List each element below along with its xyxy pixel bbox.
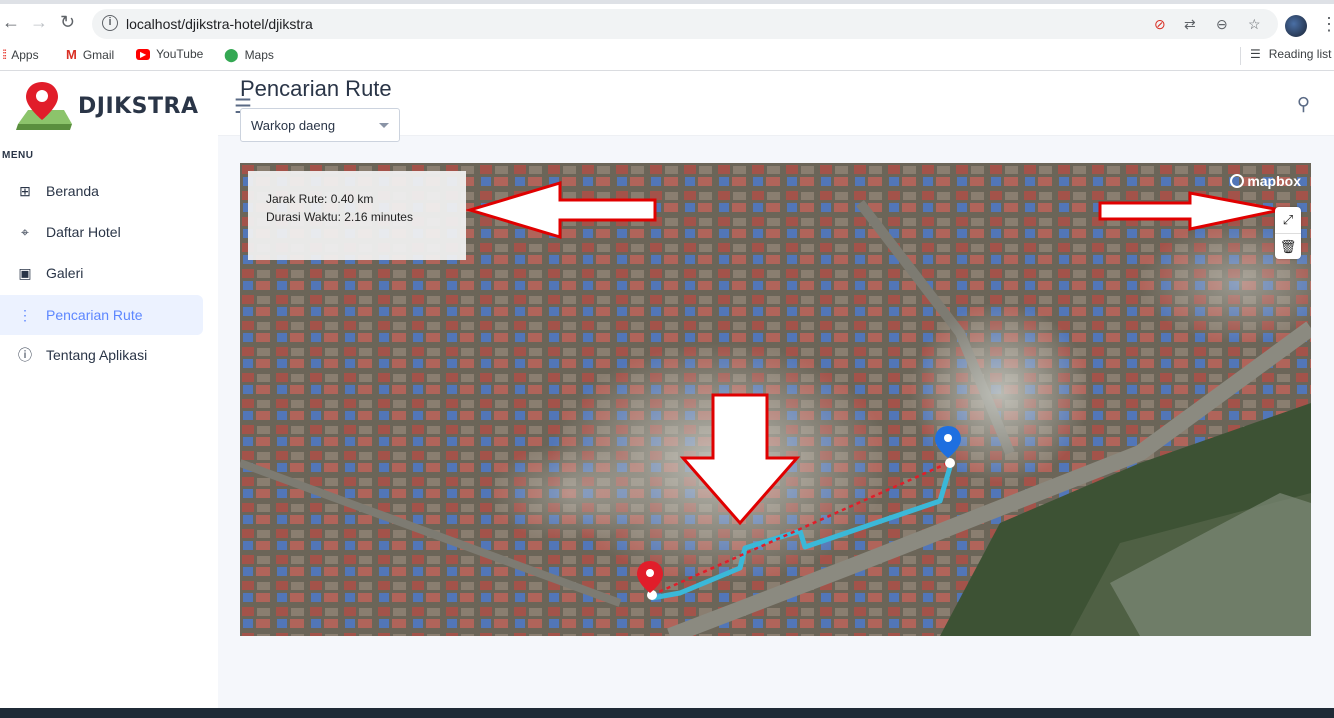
info-icon[interactable]: i — [102, 15, 118, 31]
location-icon: ⌖ — [21, 223, 29, 240]
bookmark-label: YouTube — [156, 47, 204, 61]
line-draw-icon[interactable]: ⤢ — [1275, 207, 1301, 233]
search-icon[interactable]: ⚲ — [1297, 94, 1310, 115]
bookmark-maps[interactable]: ⬤ Maps — [224, 47, 274, 63]
select-value: Warkop daeng — [251, 118, 336, 133]
star-icon[interactable]: ☆ — [1248, 16, 1261, 33]
address-bar[interactable]: i localhost/djikstra-hotel/djikstra ⊘ ⇄ … — [92, 9, 1278, 39]
brand-name: DJIKSTRA — [78, 93, 199, 119]
chevron-down-icon — [379, 123, 389, 128]
mapbox-attribution[interactable]: mapbox — [1230, 173, 1301, 189]
youtube-icon: ▶ — [136, 48, 151, 60]
bookmarks-bar: ⁞⁞ Apps M Gmail ▶ YouTube ⬤ Maps ☰ Readi… — [0, 43, 1334, 71]
reading-list-label: Reading list — [1268, 47, 1332, 61]
os-taskbar — [0, 708, 1334, 718]
sidebar-item-label: Tentang Aplikasi — [46, 347, 148, 363]
draw-controls: ⤢ 🗑 — [1275, 207, 1301, 259]
destination-select[interactable]: Warkop daeng — [240, 108, 400, 142]
url-text: localhost/djikstra-hotel/djikstra — [126, 16, 313, 32]
mapbox-logo-icon — [1230, 174, 1245, 188]
browser-toolbar: ← → ↻ i localhost/djikstra-hotel/djikstr… — [0, 0, 1334, 43]
bookmark-label: Gmail — [82, 47, 115, 62]
sidebar-item-daftar-hotel[interactable]: ⌖ Daftar Hotel — [0, 212, 203, 252]
menu-section-label: MENU — [2, 150, 34, 161]
kebab-menu-icon[interactable]: ⋮ — [1320, 14, 1334, 35]
gmail-icon: M — [66, 47, 77, 62]
page-title: Pencarian Rute — [240, 76, 392, 101]
translate-icon[interactable]: ⇄ — [1184, 16, 1196, 33]
sidebar-item-label: Beranda — [46, 183, 99, 199]
reload-icon[interactable]: ↻ — [60, 12, 75, 32]
zoom-icon[interactable]: ⊖ — [1216, 16, 1228, 33]
apps-grid-icon: ⁞⁞ — [2, 47, 7, 62]
sidebar-item-label: Galeri — [46, 265, 84, 281]
sidebar-item-pencarian-rute[interactable]: ⋮ Pencarian Rute — [0, 295, 203, 335]
image-icon: ▣ — [18, 264, 32, 281]
profile-avatar[interactable] — [1285, 15, 1307, 37]
maps-pin-icon: ⬤ — [224, 47, 239, 62]
mapbox-label: mapbox — [1247, 173, 1301, 189]
sidebar-item-label: Pencarian Rute — [46, 307, 143, 323]
route-map[interactable]: Jarak Rute: 0.40 km Durasi Waktu: 2.16 m… — [240, 163, 1311, 636]
bookmark-gmail[interactable]: M Gmail — [66, 47, 114, 62]
forward-icon[interactable]: → — [30, 12, 48, 32]
bookmark-apps[interactable]: ⁞⁞ Apps — [2, 47, 39, 62]
sidebar-item-label: Daftar Hotel — [46, 224, 121, 240]
trash-icon[interactable]: 🗑 — [1275, 233, 1301, 259]
bookmark-youtube[interactable]: ▶ YouTube — [136, 47, 203, 61]
bookmark-label: Apps — [11, 47, 39, 62]
bookmark-label: Maps — [244, 48, 274, 62]
sidebar-item-beranda[interactable]: ⊞ Beranda — [0, 171, 203, 211]
back-icon[interactable]: ← — [2, 12, 20, 32]
blocked-icon[interactable]: ⊘ — [1154, 16, 1166, 33]
bookmarks-divider — [1240, 47, 1241, 65]
sidebar-item-tentang-aplikasi[interactable]: ⓘ Tentang Aplikasi — [0, 335, 203, 375]
info-icon: ⓘ — [18, 347, 32, 363]
sidebar-item-galeri[interactable]: ▣ Galeri — [0, 253, 203, 293]
sidebar: DJIKSTRA MENU ⊞ Beranda ⌖ Daftar Hotel ▣… — [0, 72, 218, 708]
route-info-panel: Jarak Rute: 0.40 km Durasi Waktu: 2.16 m… — [248, 171, 466, 260]
route-distance: Jarak Rute: 0.40 km — [266, 192, 374, 206]
map-pin-logo-icon — [14, 80, 72, 132]
brand-logo[interactable]: DJIKSTRA — [14, 80, 199, 132]
reading-list[interactable]: ☰ Reading list — [1250, 47, 1331, 61]
route-icon: ⋮ — [18, 306, 32, 323]
reading-list-icon: ☰ — [1250, 47, 1261, 61]
route-duration: Durasi Waktu: 2.16 minutes — [266, 210, 413, 224]
grid-icon: ⊞ — [19, 182, 31, 199]
